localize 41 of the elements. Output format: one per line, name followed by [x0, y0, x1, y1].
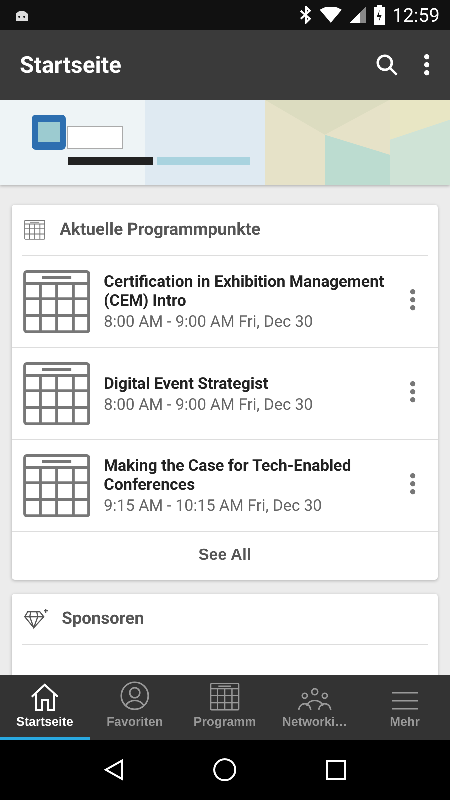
session-item[interactable]: Digital Event Strategist 8:00 AM - 9:00 AM Fri, Dec 30: [12, 348, 438, 440]
session-item[interactable]: Certification in Exhibition Management (CEM) Intro 8:00 AM - 9:00 AM Fri, Dec 30: [12, 256, 438, 348]
people-icon: [298, 687, 332, 711]
see-all-button[interactable]: See All: [12, 532, 438, 580]
session-item[interactable]: Making the Case for Tech-Enabled Conferences 9:15 AM - 10:15 AM Fri, Dec 30: [12, 440, 438, 532]
nav-tab[interactable]: Networki…: [270, 675, 360, 740]
session-time: 8:00 AM - 9:00 AM Fri, Dec 30: [104, 394, 314, 414]
android-icon: [14, 8, 30, 22]
overflow-menu-icon[interactable]: [424, 54, 430, 76]
status-time: 12:59: [392, 4, 440, 26]
calendar-icon: [22, 454, 92, 518]
battery-icon: [374, 5, 385, 25]
nav-tab[interactable]: Favoriten: [90, 675, 180, 740]
app-title: Startseite: [20, 52, 123, 78]
calendar-icon: [24, 220, 46, 240]
calendar-icon: [22, 362, 92, 426]
home-icon[interactable]: [212, 758, 237, 782]
diamond-icon: [24, 608, 48, 630]
home-icon: [30, 683, 60, 711]
recents-icon[interactable]: [326, 760, 346, 780]
session-time: 9:15 AM - 10:15 AM Fri, Dec 30: [104, 496, 324, 515]
bluetooth-icon: [300, 6, 312, 24]
card-title: Aktuelle Programmpunkte: [60, 220, 261, 240]
more-options-icon[interactable]: [410, 472, 416, 494]
calendar-icon: [210, 683, 240, 711]
more-options-icon[interactable]: [410, 380, 416, 402]
nav-tab[interactable]: Mehr: [360, 675, 450, 740]
search-icon[interactable]: [376, 54, 398, 76]
session-title: Certification in Exhibition Management (CEM) Intro: [104, 272, 386, 310]
wifi-icon: [320, 7, 342, 23]
menu-icon: [391, 691, 419, 711]
person-icon: [120, 681, 150, 711]
nav-tab[interactable]: Programm: [180, 675, 270, 740]
session-title: Making the Case for Tech-Enabled Conferences: [104, 456, 352, 494]
signal-icon: [350, 7, 366, 23]
back-icon[interactable]: [104, 759, 124, 781]
calendar-icon: [22, 270, 92, 334]
more-options-icon[interactable]: [410, 288, 416, 310]
card-title: Sponsoren: [62, 609, 144, 629]
session-title: Digital Event Strategist: [104, 374, 270, 392]
session-time: 8:00 AM - 9:00 AM Fri, Dec 30: [104, 312, 314, 331]
